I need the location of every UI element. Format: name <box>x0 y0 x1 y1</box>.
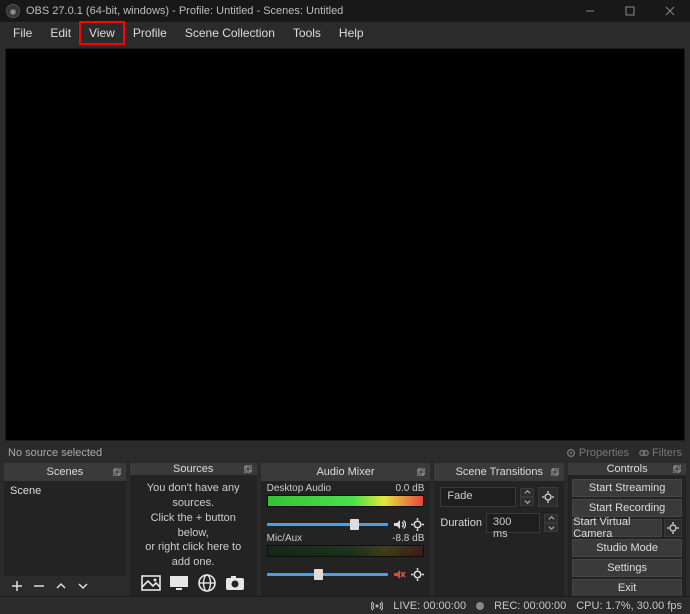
dock-float-icon[interactable] <box>112 467 122 477</box>
transitions-body: Fade Duration 300 ms <box>434 481 564 596</box>
sources-msg-l2: Click the + button below, <box>138 511 249 541</box>
properties-label: Properties <box>579 447 629 459</box>
window-title: OBS 27.0.1 (64-bit, windows) - Profile: … <box>26 5 570 17</box>
mixer-channel: Desktop Audio 0.0 dB-60-55-50-45-40-35-30… <box>267 483 425 531</box>
menu-profile[interactable]: Profile <box>124 22 176 44</box>
scenes-header[interactable]: Scenes <box>4 463 126 481</box>
properties-button[interactable]: Properties <box>566 447 629 459</box>
cpu-status: CPU: 1.7%, 30.00 fps <box>576 600 682 612</box>
volume-slider[interactable] <box>267 523 389 526</box>
close-button[interactable] <box>650 0 690 22</box>
dock-float-icon[interactable] <box>416 467 426 477</box>
exit-button[interactable]: Exit <box>572 579 682 597</box>
minimize-button[interactable] <box>570 0 610 22</box>
scenes-dock: Scenes Scene <box>4 463 126 596</box>
transition-select-stepper[interactable] <box>520 488 534 506</box>
scenes-list[interactable]: Scene <box>4 481 126 576</box>
scenes-title: Scenes <box>47 466 84 478</box>
menu-scene-collection[interactable]: Scene Collection <box>176 22 284 44</box>
titlebar: ◉ OBS 27.0.1 (64-bit, windows) - Profile… <box>0 0 690 22</box>
live-status: LIVE: 00:00:00 <box>393 600 466 612</box>
sources-msg-l1: You don't have any sources. <box>138 481 249 511</box>
selection-toolbar: No source selected Properties Filters <box>0 443 690 463</box>
channel-name: Desktop Audio <box>267 483 332 494</box>
menu-file[interactable]: File <box>4 22 41 44</box>
menu-edit[interactable]: Edit <box>41 22 80 44</box>
display-source-icon <box>168 572 190 594</box>
start-recording-button[interactable]: Start Recording <box>572 499 682 517</box>
vu-meter: -60-55-50-45-40-35-30-25-20-15-10-50 <box>267 545 425 557</box>
menu-view[interactable]: View <box>80 22 124 44</box>
speaker-icon[interactable] <box>392 517 406 531</box>
controls-body: Start Streaming Start Recording Start Vi… <box>568 475 686 601</box>
transition-settings-button[interactable] <box>538 487 558 507</box>
transitions-title: Scene Transitions <box>456 466 543 478</box>
channel-settings-icon[interactable] <box>410 517 424 531</box>
settings-button[interactable]: Settings <box>572 559 682 577</box>
vu-meter: -60-55-50-45-40-35-30-25-20-15-10-50 <box>267 495 425 507</box>
scenes-footer <box>4 576 126 596</box>
menu-help[interactable]: Help <box>330 22 373 44</box>
menubar: FileEditViewProfileScene CollectionTools… <box>0 22 690 44</box>
transition-select[interactable]: Fade <box>440 487 516 507</box>
broadcast-icon <box>371 600 383 612</box>
start-vcam-button[interactable]: Start Virtual Camera <box>572 519 662 537</box>
camera-source-icon <box>224 572 246 594</box>
maximize-button[interactable] <box>610 0 650 22</box>
globe-source-icon <box>196 572 218 594</box>
rec-status: REC: 00:00:00 <box>494 600 566 612</box>
duration-input[interactable]: 300 ms <box>486 513 540 533</box>
image-source-icon <box>140 572 162 594</box>
mixer-channel: Mic/Aux -8.8 dB-60-55-50-45-40-35-30-25-2… <box>267 533 425 581</box>
preview-canvas[interactable] <box>5 48 685 441</box>
obs-logo-icon: ◉ <box>6 4 20 18</box>
sources-msg-l3: or right click here to add one. <box>138 540 249 570</box>
studio-mode-button[interactable]: Studio Mode <box>572 539 682 557</box>
transitions-header[interactable]: Scene Transitions <box>434 463 564 481</box>
duration-stepper[interactable] <box>544 514 558 532</box>
scene-add-button[interactable] <box>10 579 24 593</box>
channel-settings-icon[interactable] <box>410 567 424 581</box>
dock-float-icon[interactable] <box>243 464 253 474</box>
controls-header[interactable]: Controls <box>568 463 686 475</box>
menu-tools[interactable]: Tools <box>284 22 330 44</box>
scene-item[interactable]: Scene <box>10 484 120 498</box>
start-streaming-button[interactable]: Start Streaming <box>572 479 682 497</box>
scene-down-button[interactable] <box>76 579 90 593</box>
scene-remove-button[interactable] <box>32 579 46 593</box>
vcam-settings-button[interactable] <box>664 519 682 537</box>
dock-float-icon[interactable] <box>550 467 560 477</box>
channel-name: Mic/Aux <box>267 533 303 544</box>
mixer-body: Desktop Audio0.0 dB-60-55-50-45-40-35-30… <box>261 481 431 596</box>
volume-slider[interactable] <box>267 573 389 576</box>
sources-dock: Sources You don't have any sources. Clic… <box>130 463 257 596</box>
filters-label: Filters <box>652 447 682 459</box>
transitions-dock: Scene Transitions Fade Duration 300 ms <box>434 463 564 596</box>
mute-icon[interactable] <box>392 567 406 581</box>
mixer-title: Audio Mixer <box>316 466 374 478</box>
mixer-header[interactable]: Audio Mixer <box>261 463 431 481</box>
sources-header[interactable]: Sources <box>130 463 257 475</box>
window-buttons <box>570 0 690 22</box>
filters-button[interactable]: Filters <box>639 447 682 459</box>
no-source-label: No source selected <box>8 447 556 459</box>
docks-row: Scenes Scene Sources You don't have any … <box>0 463 690 596</box>
channel-db: 0.0 dB <box>395 483 424 494</box>
controls-dock: Controls Start Streaming Start Recording… <box>568 463 686 596</box>
duration-label: Duration <box>440 517 482 529</box>
controls-title: Controls <box>607 463 648 475</box>
dock-float-icon[interactable] <box>672 464 682 474</box>
rec-dot-icon <box>476 602 484 610</box>
channel-db: -8.8 dB <box>392 533 424 544</box>
scene-up-button[interactable] <box>54 579 68 593</box>
sources-title: Sources <box>173 463 213 475</box>
mixer-dock: Audio Mixer Desktop Audio0.0 dB-60-55-50… <box>261 463 431 596</box>
sources-empty[interactable]: You don't have any sources. Click the + … <box>130 475 257 598</box>
statusbar: LIVE: 00:00:00 REC: 00:00:00 CPU: 1.7%, … <box>0 596 690 614</box>
